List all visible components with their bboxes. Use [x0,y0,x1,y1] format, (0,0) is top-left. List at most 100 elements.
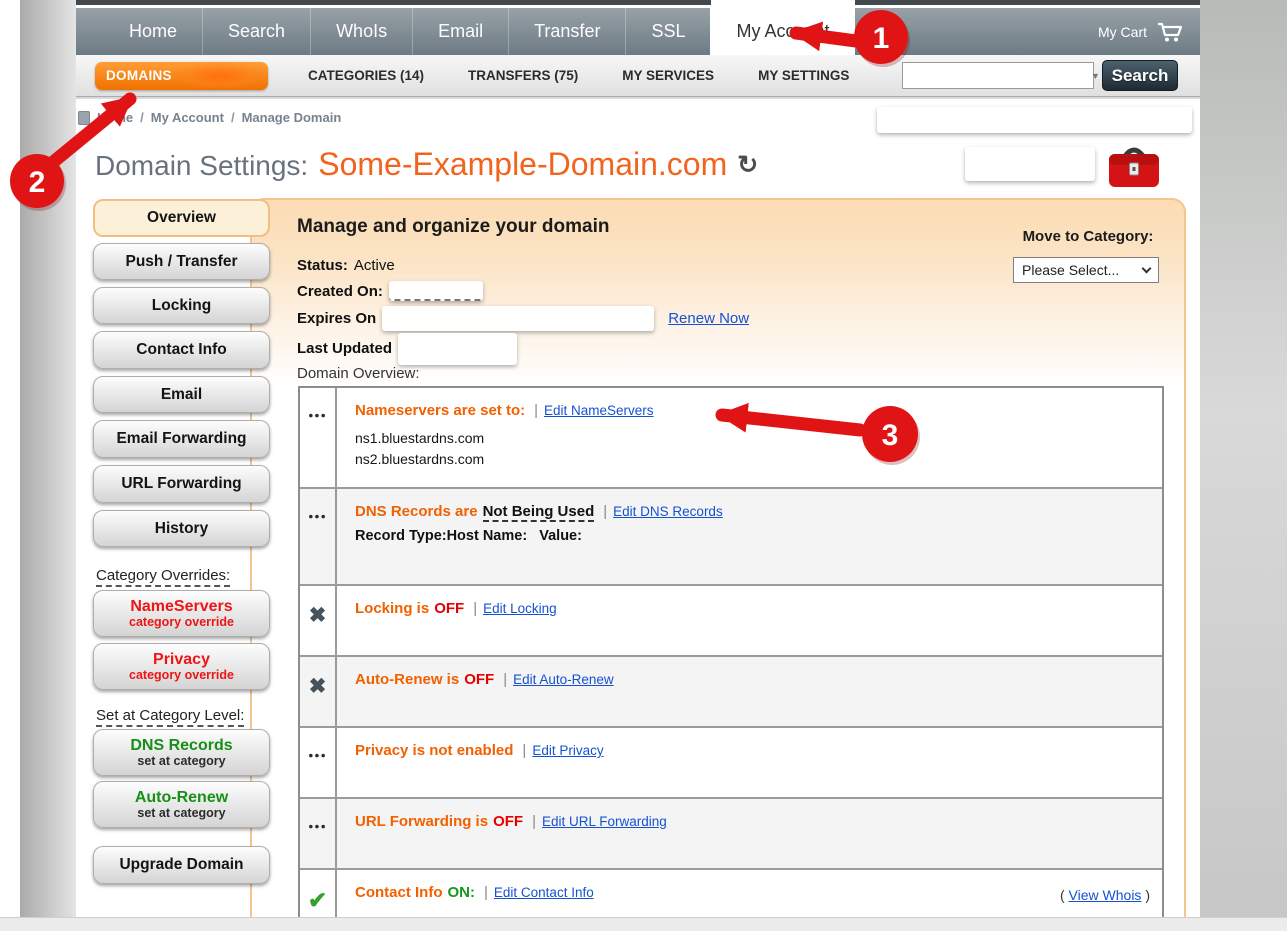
screenshot-root: Home Search WhoIs Email Transfer SSL My … [0,0,1287,931]
my-cart-label: My Cart [1098,24,1147,40]
row-status: ON: [448,884,476,901]
page-title: Domain Settings: Some-Example-Domain.com… [95,146,758,183]
domain-overview-label: Domain Overview: [297,365,420,382]
category-overrides-heading: Category Overrides: [96,567,230,584]
edit-privacy-link[interactable]: Edit Privacy [532,743,603,758]
toolbox-icon[interactable] [1104,141,1164,196]
window-bottom-margin [0,917,1287,931]
nameserver-1: ns1.bluestardns.com [355,428,1146,449]
refresh-icon[interactable]: ↻ [737,150,758,180]
status-value: Active [354,257,395,274]
nav-tab-whois[interactable]: WhoIs [310,8,412,55]
search-button[interactable]: Search [1102,60,1178,91]
nav-tab-transfer[interactable]: Transfer [508,8,625,55]
search-input[interactable] [903,63,1091,88]
redacted-domains-count [178,64,262,88]
sidebar-item-privacy-override[interactable]: Privacy category override [93,643,270,690]
sidebar-item-url-forwarding[interactable]: URL Forwarding [93,465,270,503]
page: Home Search WhoIs Email Transfer SSL My … [76,0,1200,917]
row-title: Privacy is not enabled [355,742,513,759]
breadcrumb-manage-domain: Manage Domain [242,110,342,125]
sidebar-item-auto-renew-category[interactable]: Auto-Renew set at category [93,781,270,828]
row-status: OFF [464,671,494,688]
home-page-icon [78,111,90,125]
sidebar-item-upgrade-domain[interactable]: Upgrade Domain [93,846,270,884]
move-to-category: Move to Category: Please Select... [1013,228,1163,283]
row-title: Nameservers are set to: [355,402,525,419]
top-nav: Home Search WhoIs Email Transfer SSL My … [76,8,1200,55]
subnav-item-my-settings[interactable]: MY SETTINGS [758,68,849,83]
breadcrumb-my-account[interactable]: My Account [151,110,224,125]
sidebar-item-locking[interactable]: Locking [93,287,270,324]
row-status: OFF [434,600,464,617]
table-row-url-forwarding: URL Forwarding isOFF|Edit URL Forwarding [300,799,1162,870]
category-select[interactable]: Please Select... [1013,257,1159,283]
edit-locking-link[interactable]: Edit Locking [483,601,557,616]
table-row-auto-renew: Auto-Renew isOFF|Edit Auto-Renew [300,657,1162,728]
status-label: Status: [297,257,348,274]
sidebar-item-history[interactable]: History [93,510,270,547]
sidebar-item-dns-records-category[interactable]: DNS Records set at category [93,729,270,776]
sidebar-item-overview[interactable]: Overview [93,199,270,237]
my-cart[interactable]: My Cart [1098,8,1200,55]
page-top-edge [76,0,1200,5]
domain-name: Some-Example-Domain.com [318,146,727,183]
subnav-item-transfers[interactable]: TRANSFERS (75) [468,68,578,83]
subnav-search-area: ▼ Search [902,60,1200,91]
row-title: URL Forwarding is [355,813,488,830]
nav-tab-ssl[interactable]: SSL [625,8,710,55]
move-to-category-label: Move to Category: [1013,228,1163,245]
renew-now-link[interactable]: Renew Now [668,310,749,327]
subnav-item-categories[interactable]: CATEGORIES (14) [308,68,424,83]
nav-tab-email[interactable]: Email [412,8,508,55]
breadcrumb-home[interactable]: Home [97,110,133,125]
subnav-item-domains[interactable]: DOMAINS [95,62,268,90]
redacted-box-title-right [965,147,1095,181]
sidebar-item-nameservers-override[interactable]: NameServers category override [93,590,270,637]
row-status: OFF [493,813,523,830]
table-row-nameservers: Nameservers are set to:|Edit NameServers… [300,388,1162,489]
content-panel: Manage and organize your domain Move to … [250,198,1186,917]
view-whois-link[interactable]: View Whois [1069,887,1142,903]
dots-icon [308,506,326,584]
nav-tab-search[interactable]: Search [202,8,310,55]
breadcrumb: Home / My Account / Manage Domain [78,110,341,125]
window-left-margin [20,0,76,917]
row-title: Locking is [355,600,429,617]
sidebar-item-contact-info[interactable]: Contact Info [93,331,270,369]
last-updated-label: Last Updated [297,340,392,357]
domain-overview-table: Nameservers are set to:|Edit NameServers… [298,386,1164,917]
sidebar-item-email-forwarding[interactable]: Email Forwarding [93,420,270,458]
nameserver-2: ns2.bluestardns.com [355,449,1146,470]
dns-record-columns: Record Type:Host Name: Value: [355,528,1146,544]
set-at-category-heading: Set at Category Level: [96,707,244,724]
page-title-prefix: Domain Settings: [95,150,308,182]
expires-on-label: Expires On [297,310,376,327]
row-title: Auto-Renew is [355,671,459,688]
nav-tab-my-account[interactable]: My Account [710,8,854,55]
sidebar-item-email[interactable]: Email [93,376,270,413]
subnav-item-my-services[interactable]: MY SERVICES [622,68,714,83]
row-title: DNS Records are [355,503,478,520]
window-right-margin [1200,0,1287,917]
redacted-created-date [389,281,483,301]
search-combobox[interactable]: ▼ [902,62,1094,89]
edit-url-forwarding-link[interactable]: Edit URL Forwarding [542,814,667,829]
sub-nav: DOMAINS CATEGORIES (14) TRANSFERS (75) M… [76,55,1200,97]
domains-label: DOMAINS [106,68,172,83]
nav-tab-home[interactable]: Home [104,8,202,55]
chevron-down-icon [1142,263,1152,273]
table-row-contact-info: Contact InfoON:|Edit Contact Info ( View… [300,870,1162,917]
edit-dns-records-link[interactable]: Edit DNS Records [613,504,723,519]
cart-icon [1156,21,1184,43]
table-row-dns-records: DNS Records areNot Being Used|Edit DNS R… [300,489,1162,586]
created-on-label: Created On: [297,283,383,300]
edit-contact-info-link[interactable]: Edit Contact Info [494,885,594,900]
breadcrumb-separator: / [231,110,235,125]
edit-nameservers-link[interactable]: Edit NameServers [544,403,654,418]
edit-auto-renew-link[interactable]: Edit Auto-Renew [513,672,614,687]
redacted-box-top-right [877,107,1192,133]
table-row-locking: Locking isOFF|Edit Locking [300,586,1162,657]
dots-icon [308,405,326,487]
sidebar-item-push-transfer[interactable]: Push / Transfer [93,243,270,280]
